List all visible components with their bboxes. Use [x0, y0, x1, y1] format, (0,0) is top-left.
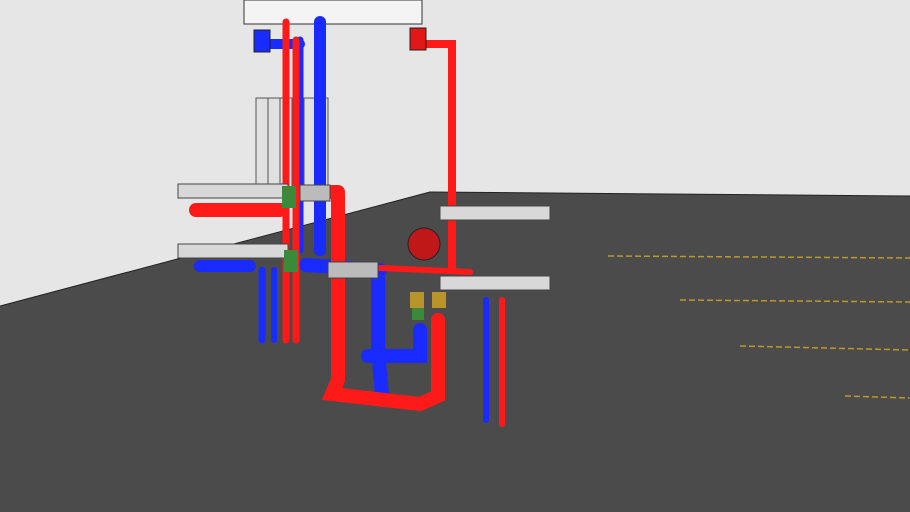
circulation-pump [407, 227, 441, 261]
boiler-unit [243, 0, 423, 25]
plumbing-3d-scene [0, 0, 910, 512]
